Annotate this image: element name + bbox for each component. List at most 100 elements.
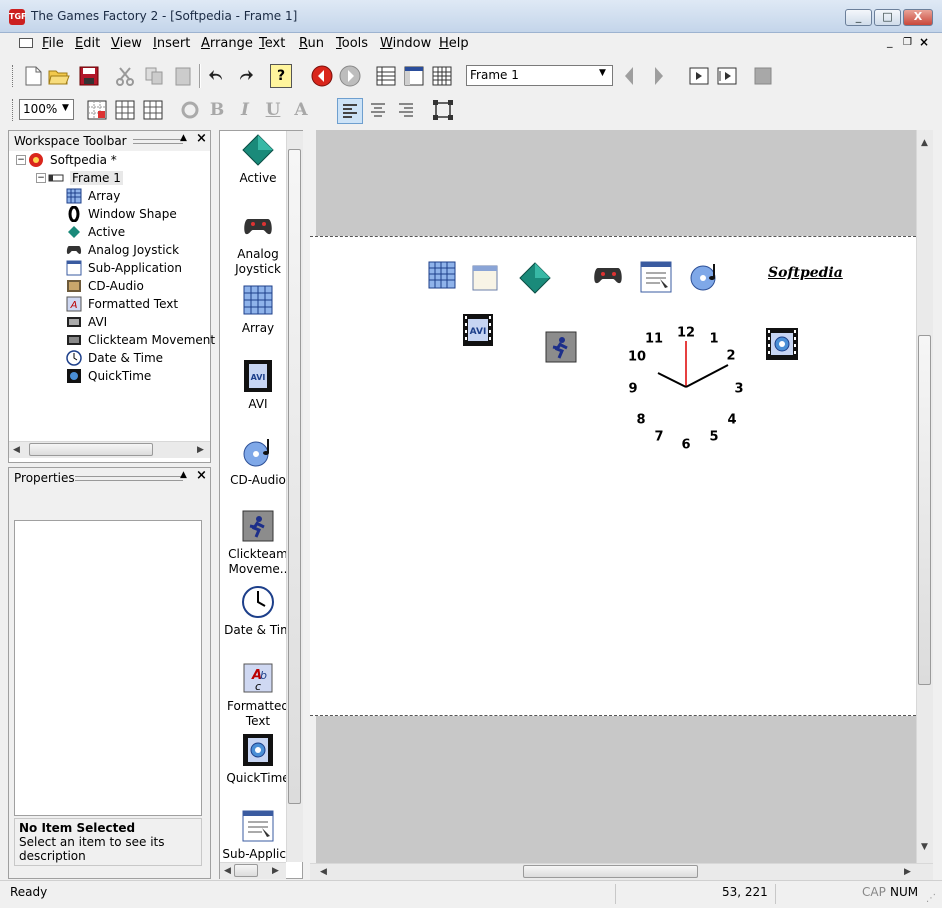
formatted-text-object[interactable]: Softpedia [768, 265, 843, 281]
mdi-close-icon[interactable]: × [919, 35, 929, 49]
window-shape-object[interactable] [472, 265, 498, 294]
menu-help[interactable]: Help [439, 36, 469, 51]
avi-object[interactable]: AVI [462, 313, 494, 350]
scroll-down-icon[interactable]: ▼ [921, 842, 928, 852]
snap-grid-icon[interactable] [142, 99, 164, 121]
scroll-thumb[interactable] [918, 335, 931, 685]
italic-button[interactable]: I [234, 99, 256, 121]
frame-select[interactable]: Frame 1 ▼ [466, 65, 613, 86]
run-frame-icon[interactable] [688, 65, 710, 87]
scroll-right-icon[interactable]: ▶ [197, 445, 204, 455]
workspace-h-scrollbar[interactable]: ◀ ▶ [9, 441, 210, 458]
app-icon[interactable]: TGF [9, 9, 27, 25]
active-object[interactable] [519, 262, 551, 297]
maximize-button[interactable]: □ [874, 9, 901, 26]
array-object[interactable] [428, 261, 456, 292]
menu-window[interactable]: Window [380, 36, 431, 51]
editor-v-scrollbar[interactable]: ▲ ▼ [916, 130, 933, 863]
menu-tools[interactable]: Tools [336, 36, 368, 51]
underline-button[interactable]: U [262, 99, 284, 121]
menu-view[interactable]: View [111, 36, 142, 51]
event-editor-icon[interactable] [431, 65, 453, 87]
tree-item-sub-application[interactable]: Sub-Application [66, 259, 182, 277]
tree-root[interactable]: − Softpedia * [16, 151, 117, 169]
fit-to-frame-icon[interactable] [432, 99, 454, 121]
library-v-scrollbar[interactable] [286, 131, 303, 862]
scroll-right-icon[interactable]: ▶ [272, 866, 279, 876]
save-icon[interactable] [78, 65, 100, 87]
font-color-button[interactable]: A [290, 99, 312, 121]
align-left-icon[interactable] [337, 98, 363, 124]
chevron-down-icon[interactable]: ▼ [599, 68, 606, 78]
panel-collapse-icon[interactable]: ▲ [180, 470, 187, 480]
new-icon[interactable] [22, 65, 44, 87]
tree-item-avi[interactable]: AVI [66, 313, 107, 331]
analog-joystick-object[interactable] [593, 265, 623, 288]
chevron-down-icon[interactable]: ▼ [62, 103, 69, 113]
scroll-thumb[interactable] [29, 443, 153, 456]
properties-grid[interactable] [14, 520, 202, 816]
tree-item-window-shape[interactable]: Window Shape [66, 205, 177, 223]
tree-item-quicktime[interactable]: QuickTime [66, 367, 151, 385]
resize-grip-icon[interactable]: ⋰ [926, 893, 936, 904]
cd-audio-object[interactable] [688, 261, 722, 294]
bold-button[interactable]: B [206, 99, 228, 121]
tree-item-formatted-text[interactable]: A Formatted Text [66, 295, 178, 313]
frame-editor-icon[interactable] [403, 65, 425, 87]
scroll-thumb[interactable] [523, 865, 698, 878]
playfield[interactable]: Softpedia AVI 12 1 2 3 4 5 6 7 8 9 10 11 [310, 236, 916, 716]
tree-frame[interactable]: − Frame 1 [36, 169, 123, 187]
toolbar-grip[interactable] [12, 65, 15, 87]
text-font-settings-icon[interactable] [179, 99, 201, 121]
menu-arrange[interactable]: Arrange [201, 36, 253, 51]
stop-icon[interactable] [752, 65, 774, 87]
forward-icon[interactable] [339, 65, 361, 87]
menu-edit[interactable]: Edit [75, 36, 100, 51]
sub-application-object[interactable] [640, 261, 672, 296]
scroll-left-icon[interactable]: ◀ [13, 445, 20, 455]
redo-icon[interactable] [234, 65, 256, 87]
paste-icon[interactable] [172, 65, 194, 87]
minimize-button[interactable]: _ [845, 9, 872, 26]
help-icon[interactable]: ? [270, 64, 292, 88]
open-icon[interactable] [48, 65, 70, 87]
show-grid-icon[interactable] [114, 99, 136, 121]
tree-item-array[interactable]: Array [66, 187, 120, 205]
clickteam-movement-object[interactable] [545, 331, 577, 366]
undo-icon[interactable] [206, 65, 228, 87]
storyboard-editor-icon[interactable] [375, 65, 397, 87]
align-center-icon[interactable] [367, 99, 389, 121]
editor-h-scrollbar[interactable]: ◀ ▶ [310, 863, 933, 880]
scroll-left-icon[interactable]: ◀ [224, 866, 231, 876]
tree-item-cd-audio[interactable]: CD-Audio [66, 277, 144, 295]
menu-file[interactable]: File [42, 36, 64, 51]
tree-item-clickteam-movement[interactable]: Clickteam Movement [66, 331, 215, 349]
child-window-icon[interactable] [19, 38, 33, 48]
scroll-thumb[interactable] [234, 864, 258, 877]
tree-item-analog-joystick[interactable]: Analog Joystick [66, 241, 179, 259]
date-time-clock[interactable]: 12 1 2 3 4 5 6 7 8 9 10 11 [610, 325, 760, 465]
collapse-icon[interactable]: − [16, 155, 26, 165]
quicktime-object[interactable] [765, 327, 799, 364]
panel-close-icon[interactable]: × [196, 131, 207, 146]
zoom-select[interactable]: 100% ▼ [19, 99, 74, 120]
panel-grip[interactable] [133, 139, 183, 144]
scroll-thumb[interactable] [288, 149, 301, 804]
align-right-icon[interactable] [395, 99, 417, 121]
back-icon[interactable] [311, 65, 333, 87]
menu-text[interactable]: Text [259, 36, 285, 51]
run-application-icon[interactable] [716, 65, 738, 87]
panel-collapse-icon[interactable]: ▲ [180, 133, 187, 143]
menu-run[interactable]: Run [299, 36, 324, 51]
prev-frame-icon[interactable] [618, 65, 640, 87]
toolbar-grip[interactable] [12, 99, 15, 121]
close-button[interactable]: X [903, 9, 933, 26]
next-frame-icon[interactable] [648, 65, 670, 87]
scroll-right-icon[interactable]: ▶ [904, 867, 911, 877]
library-h-scrollbar[interactable]: ◀ ▶ [220, 862, 286, 879]
tree-item-date-time[interactable]: Date & Time [66, 349, 163, 367]
scroll-up-icon[interactable]: ▲ [921, 138, 928, 148]
scroll-left-icon[interactable]: ◀ [320, 867, 327, 877]
mdi-minimize-icon[interactable]: _ [887, 35, 893, 48]
panel-grip[interactable] [75, 476, 183, 481]
